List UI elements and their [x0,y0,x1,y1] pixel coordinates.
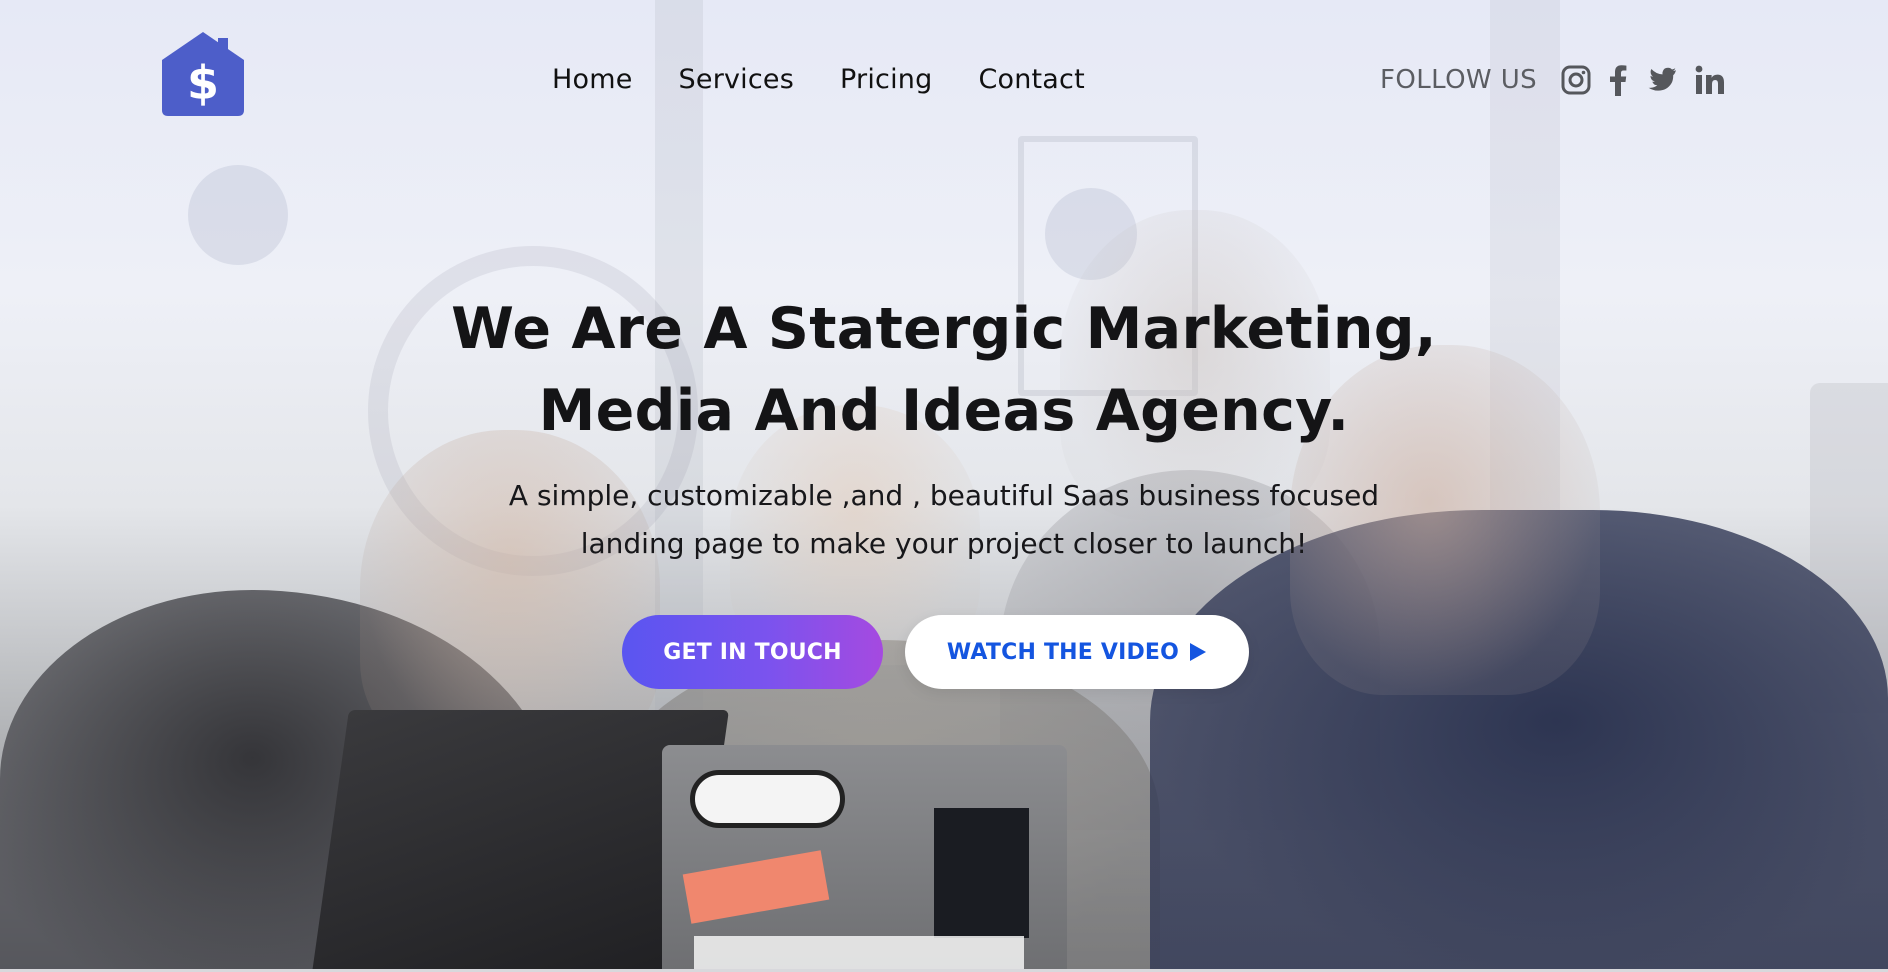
photo-sticker [690,770,845,828]
hero-headline-line: We Are A Statergic Marketing, [451,296,1437,362]
instagram-icon [1561,65,1591,95]
svg-text:$: $ [187,56,219,110]
twitter-icon [1648,67,1677,91]
follow-us-label: FOLLOW US [1380,65,1538,95]
hero-subtitle-line: landing page to make your project closer… [580,527,1308,560]
watch-video-label: WATCH THE VIDEO [946,639,1180,665]
hero-subtitle-line: A simple, customizable ,and , beautiful … [508,479,1380,512]
facebook-icon [1610,65,1627,96]
get-in-touch-button[interactable]: GET IN TOUCH [622,615,883,689]
house-dollar-icon: $ [162,32,244,116]
hero-headline: We Are A Statergic Marketing, Media And … [344,288,1544,452]
social-links [1561,64,1725,96]
watch-video-button[interactable]: WATCH THE VIDEO [905,615,1249,689]
nav-pricing[interactable]: Pricing [840,64,932,95]
logo[interactable]: $ [160,30,246,116]
linkedin-link[interactable] [1695,65,1725,95]
social-follow: FOLLOW US [1380,64,1725,96]
nav-services[interactable]: Services [679,64,794,95]
nav-home[interactable]: Home [552,64,633,95]
photo-sticker [934,808,1029,938]
twitter-link[interactable] [1645,66,1677,94]
play-icon [1190,643,1207,661]
hero-headline-line: Media And Ideas Agency. [538,378,1350,444]
hero-section: $ Home Services Pricing Contact FOLLOW U… [0,0,1888,972]
linkedin-icon [1695,65,1725,94]
nav-contact[interactable]: Contact [978,64,1084,95]
facebook-link[interactable] [1609,64,1627,96]
main-nav: Home Services Pricing Contact [552,64,1085,95]
get-in-touch-label: GET IN TOUCH [663,639,842,665]
photo-sticker [694,936,1024,972]
hero-subtitle: A simple, customizable ,and , beautiful … [344,472,1544,568]
instagram-link[interactable] [1561,65,1591,95]
background-circle [188,165,288,265]
